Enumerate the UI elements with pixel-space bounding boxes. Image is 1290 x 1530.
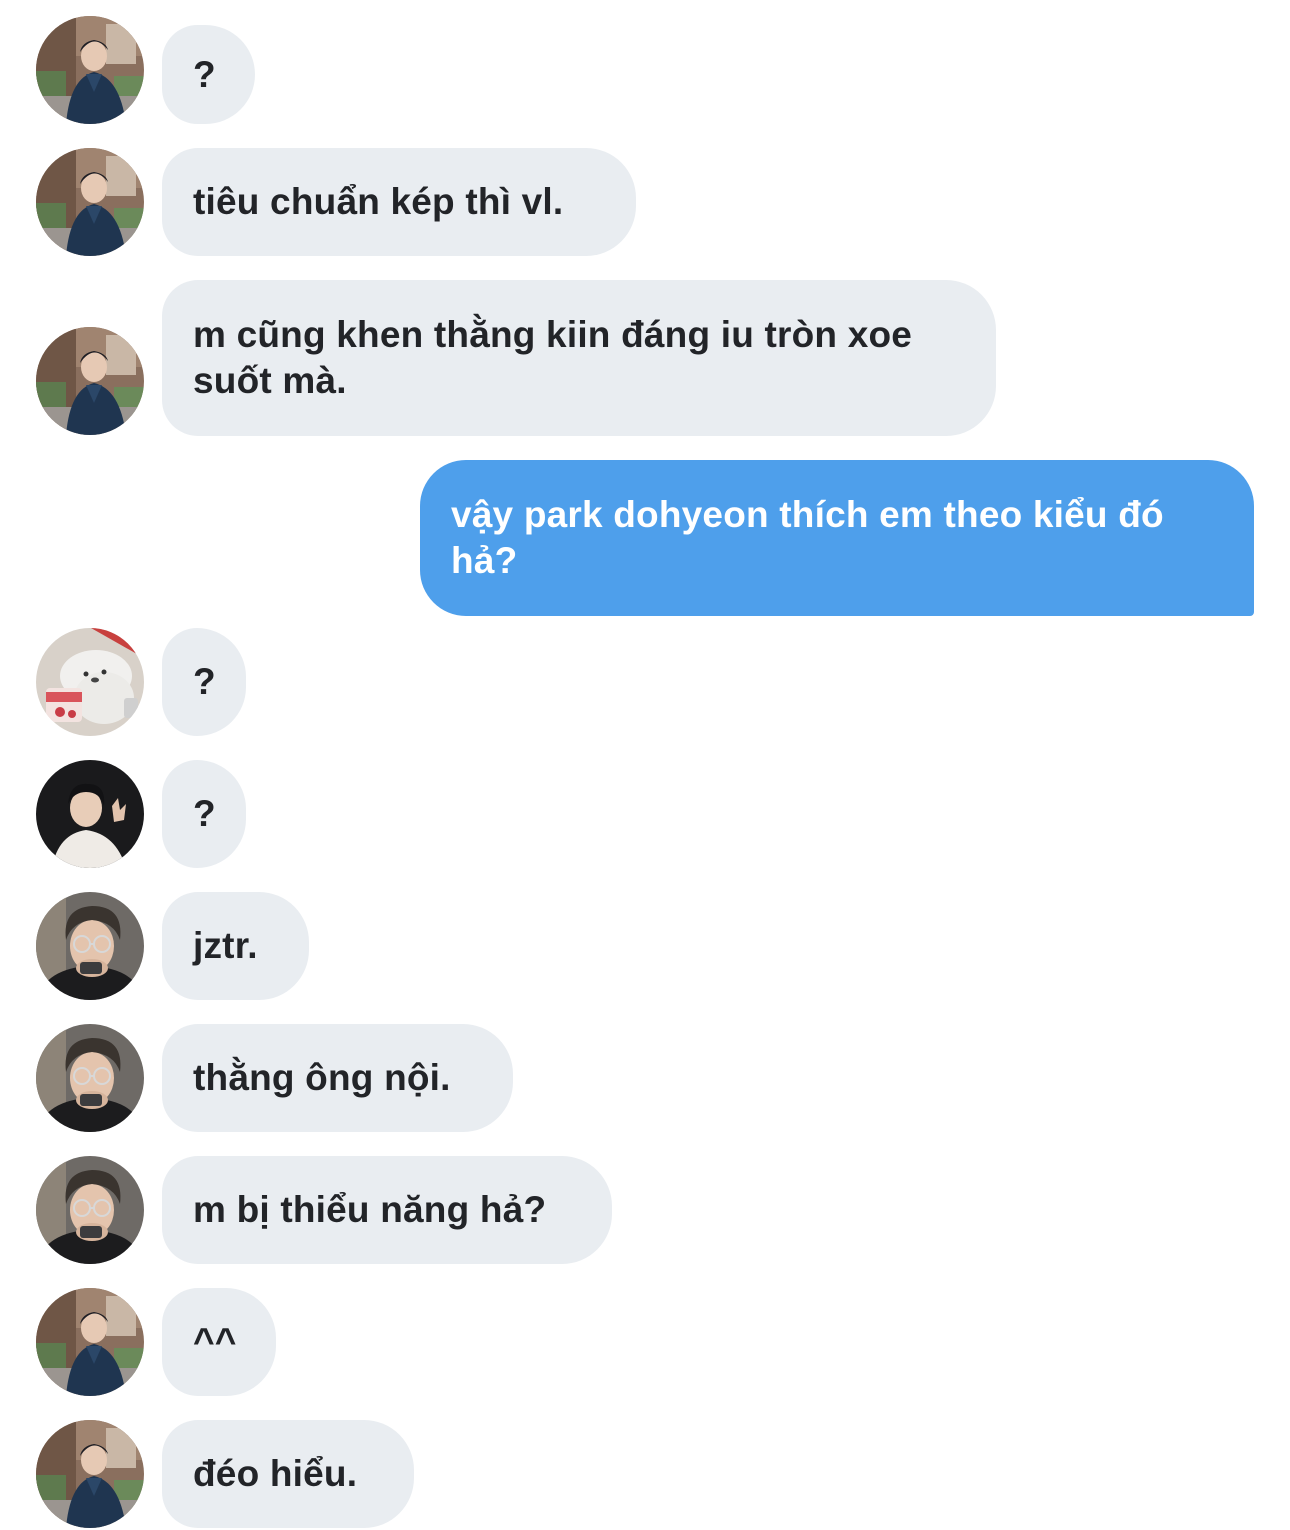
avatar-man-street-icon xyxy=(36,327,144,435)
message-bubble-incoming[interactable]: ^^ xyxy=(162,1288,276,1396)
avatar[interactable] xyxy=(36,1420,144,1528)
avatar-man-street-icon xyxy=(36,1288,144,1396)
avatar[interactable] xyxy=(36,892,144,1000)
avatar[interactable] xyxy=(36,1288,144,1396)
avatar[interactable] xyxy=(36,16,144,124)
avatar-man-street-icon xyxy=(36,148,144,256)
avatar[interactable] xyxy=(36,148,144,256)
avatar-man-dark-icon xyxy=(36,760,144,868)
avatar-man-street-icon xyxy=(36,1420,144,1528)
avatar-man-street-icon xyxy=(36,16,144,124)
avatar[interactable] xyxy=(36,628,144,736)
avatar[interactable] xyxy=(36,1156,144,1264)
message-bubble-incoming[interactable]: ? xyxy=(162,628,246,736)
message-bubble-incoming[interactable]: jztr. xyxy=(162,892,309,1000)
message-bubble-incoming[interactable]: tiêu chuẩn kép thì vl. xyxy=(162,148,636,256)
avatar[interactable] xyxy=(36,1024,144,1132)
message-bubble-incoming[interactable]: ? xyxy=(162,760,246,868)
avatar[interactable] xyxy=(36,327,144,435)
message-bubble-incoming[interactable]: đéo hiểu. xyxy=(162,1420,414,1528)
conversation-thread: ? tiêu chuẩn kép thì vl. m cũng khen thằ… xyxy=(0,0,1290,1530)
message-bubble-incoming[interactable]: m cũng khen thằng kiin đáng iu tròn xoe … xyxy=(162,280,996,436)
avatar-man-glasses-icon xyxy=(36,1024,144,1132)
avatar-man-glasses-icon xyxy=(36,1156,144,1264)
message-bubble-incoming[interactable]: thằng ông nội. xyxy=(162,1024,513,1132)
message-bubble-outgoing[interactable]: vậy park dohyeon thích em theo kiểu đó h… xyxy=(420,460,1254,616)
message-bubble-incoming[interactable]: m bị thiểu năng hả? xyxy=(162,1156,612,1264)
avatar[interactable] xyxy=(36,760,144,868)
avatar-man-glasses-icon xyxy=(36,892,144,1000)
message-bubble-incoming[interactable]: ? xyxy=(162,25,255,124)
avatar-bear-icecream-icon xyxy=(36,628,144,736)
